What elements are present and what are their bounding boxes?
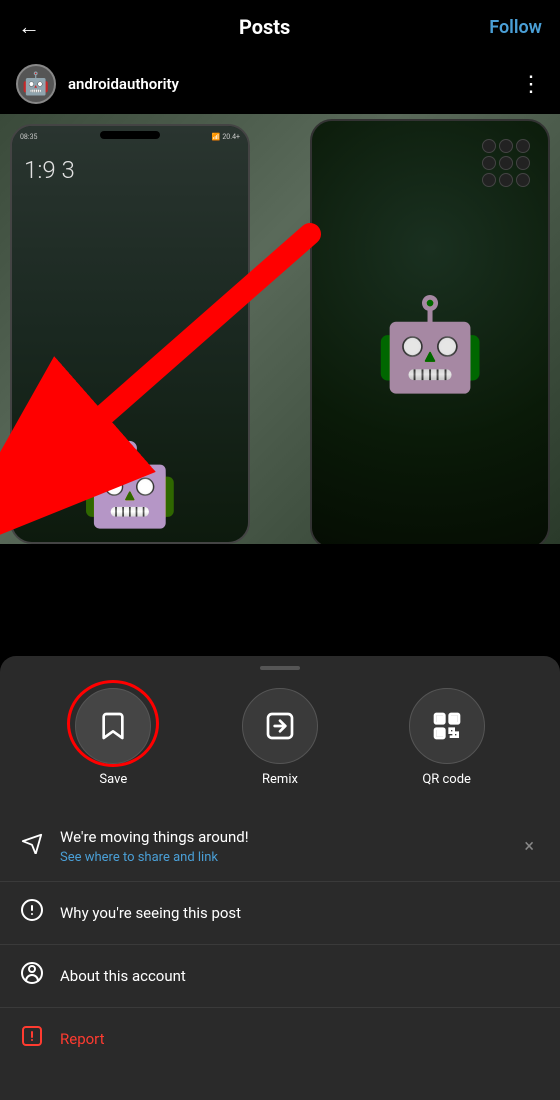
sheet-handle bbox=[260, 666, 300, 670]
qr-icon bbox=[431, 710, 463, 742]
camera-dot bbox=[516, 139, 530, 153]
share-notice-subtext[interactable]: See where to share and link bbox=[60, 850, 516, 865]
about-account-row[interactable]: About this account bbox=[0, 945, 560, 1008]
action-row: Save Remix bbox=[0, 688, 560, 811]
more-options-button[interactable]: ⋮ bbox=[520, 72, 544, 97]
camera-dot bbox=[482, 173, 496, 187]
share-notice-row: We're moving things around! See where to… bbox=[0, 811, 560, 882]
report-text: Report bbox=[60, 1029, 105, 1050]
save-circle[interactable] bbox=[75, 688, 151, 764]
qr-circle[interactable] bbox=[409, 688, 485, 764]
remix-icon bbox=[264, 710, 296, 742]
camera-dot bbox=[499, 139, 513, 153]
remix-circle[interactable] bbox=[242, 688, 318, 764]
why-seeing-row[interactable]: Why you're seeing this post bbox=[0, 882, 560, 945]
phone-left: 08:35 📶 20.4+ 1:9 3 🤖 bbox=[10, 124, 250, 544]
remix-action-item[interactable]: Remix bbox=[242, 688, 318, 787]
phone-time: 1:9 3 bbox=[24, 156, 75, 184]
about-account-text: About this account bbox=[60, 966, 186, 987]
why-seeing-text: Why you're seeing this post bbox=[60, 903, 241, 924]
post-image: 08:35 📶 20.4+ 1:9 3 🤖 🤖 bbox=[0, 114, 560, 544]
why-seeing-icon bbox=[18, 898, 46, 928]
remix-label: Remix bbox=[262, 772, 298, 787]
camera-dot bbox=[482, 156, 496, 170]
status-bar: 08:35 📶 20.4+ bbox=[12, 128, 248, 146]
share-notice-text: We're moving things around! bbox=[60, 827, 516, 848]
save-action-item[interactable]: Save bbox=[75, 688, 151, 787]
qr-label: QR code bbox=[422, 772, 471, 787]
camera-grid bbox=[482, 139, 530, 187]
camera-dot bbox=[499, 156, 513, 170]
qr-action-item[interactable]: QR code bbox=[409, 688, 485, 787]
report-icon bbox=[18, 1024, 46, 1054]
avatar[interactable]: 🤖 bbox=[16, 64, 56, 104]
back-button[interactable]: ← bbox=[18, 14, 40, 40]
account-username[interactable]: androidauthority bbox=[68, 75, 179, 93]
camera-dot bbox=[516, 156, 530, 170]
page-title: Posts bbox=[239, 15, 290, 39]
camera-dot bbox=[516, 173, 530, 187]
robot-wallpaper: 🤖 bbox=[80, 438, 180, 532]
save-icon bbox=[97, 710, 129, 742]
share-notice-icon bbox=[18, 832, 46, 860]
camera-dot bbox=[499, 173, 513, 187]
account-row: 🤖 androidauthority ⋮ bbox=[0, 54, 560, 114]
avatar-image: 🤖 bbox=[22, 72, 49, 97]
share-notice-text-block: We're moving things around! See where to… bbox=[60, 827, 516, 865]
top-nav: ← Posts Follow bbox=[0, 0, 560, 54]
bottom-sheet: Save Remix bbox=[0, 656, 560, 1100]
camera-dot bbox=[482, 139, 496, 153]
android-wallpaper: 🤖 bbox=[374, 292, 486, 397]
phone-right: 🤖 bbox=[310, 119, 550, 544]
report-row[interactable]: Report bbox=[0, 1008, 560, 1070]
save-label: Save bbox=[99, 772, 127, 787]
share-notice-close[interactable]: × bbox=[516, 832, 542, 861]
about-account-icon bbox=[18, 961, 46, 991]
follow-button[interactable]: Follow bbox=[489, 17, 542, 38]
